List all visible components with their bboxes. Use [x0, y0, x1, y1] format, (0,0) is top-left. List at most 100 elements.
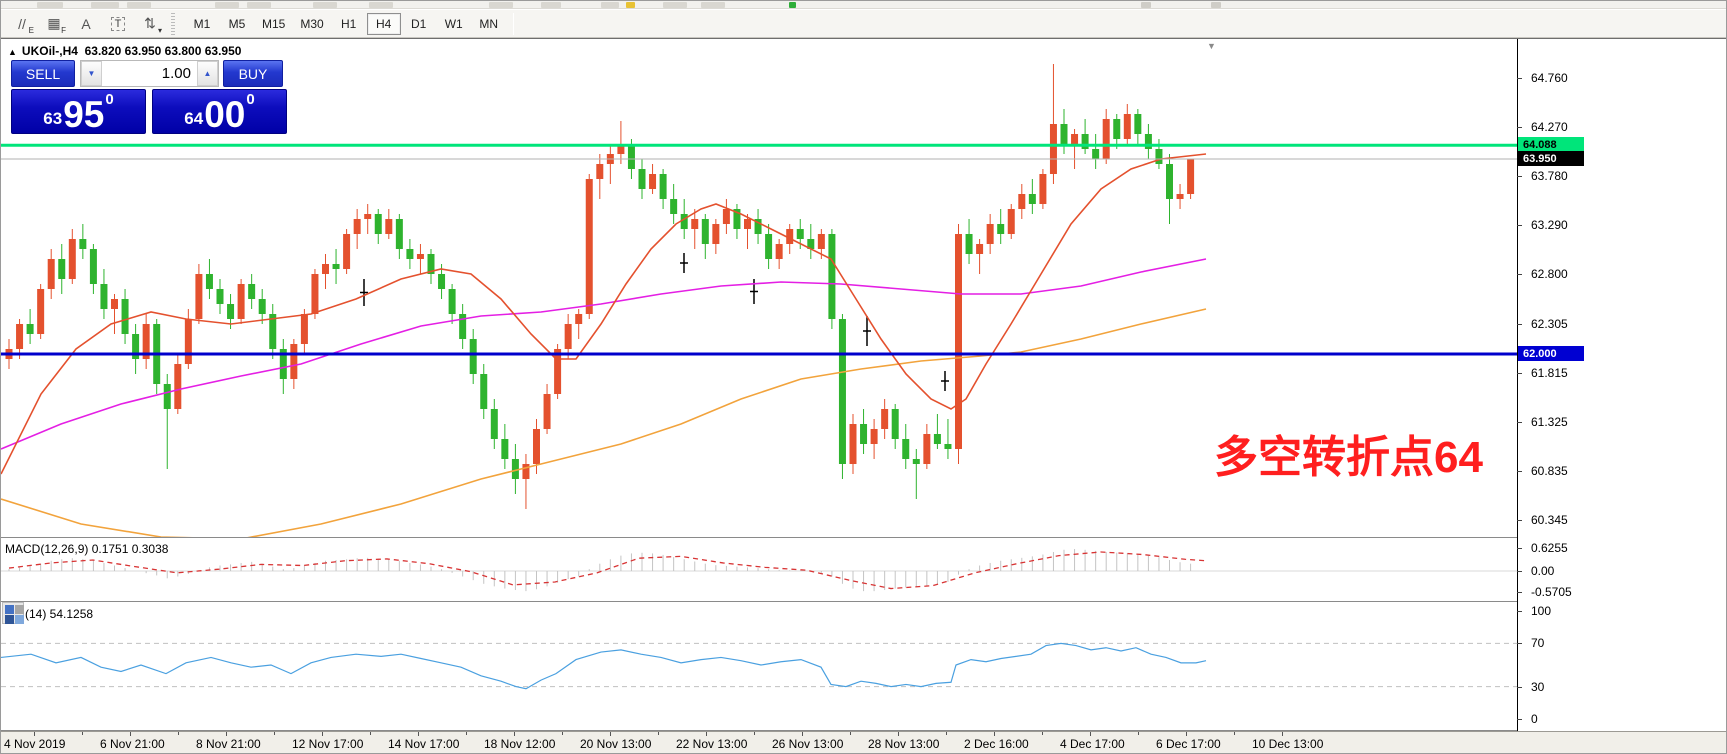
date-axis-label: 20 Nov 13:00 — [580, 737, 651, 751]
clipped-icon-fragment — [663, 2, 687, 8]
date-axis-label: 6 Dec 17:00 — [1156, 737, 1221, 751]
date-axis[interactable]: 4 Nov 20196 Nov 21:008 Nov 21:0012 Nov 1… — [1, 731, 1727, 754]
date-axis-tick — [994, 732, 995, 736]
grid-f-icon[interactable]: ▦F — [39, 12, 69, 36]
axis-tick — [1517, 78, 1522, 79]
date-axis-tick — [706, 732, 707, 736]
cycles-dropdown-icon[interactable]: ⇅▾ — [135, 12, 165, 36]
text-label-icon[interactable]: A — [71, 12, 101, 36]
date-axis-minor-tick — [274, 732, 275, 735]
date-axis-minor-tick — [1042, 732, 1043, 735]
clipped-icon-fragment — [91, 2, 119, 8]
timeframe-button-m5[interactable]: M5 — [220, 13, 254, 35]
text-box-icon[interactable]: T — [103, 12, 133, 36]
price-axis-label: 61.815 — [1531, 366, 1568, 380]
date-axis-minor-tick — [658, 732, 659, 735]
price-axis-label: 64.760 — [1531, 71, 1568, 85]
date-axis-label: 14 Nov 17:00 — [388, 737, 459, 751]
toolbar-separator — [513, 13, 514, 35]
pane-separator-highlight — [1, 538, 1517, 539]
timeframe-button-w1[interactable]: W1 — [437, 13, 471, 35]
price-axis-label: 61.325 — [1531, 415, 1568, 429]
axis-tick — [1517, 592, 1522, 593]
axis-tick — [1517, 127, 1522, 128]
timeframe-button-m1[interactable]: M1 — [185, 13, 219, 35]
price-tag-62.000: 62.000 — [1518, 346, 1584, 361]
icon-square — [5, 615, 14, 624]
price-axis-label: 60.345 — [1531, 513, 1568, 527]
timeframe-button-h4[interactable]: H4 — [367, 13, 401, 35]
axis-tick — [1517, 611, 1522, 612]
date-axis-label: 26 Nov 13:00 — [772, 737, 843, 751]
axis-tick — [1517, 422, 1522, 423]
clipped-icon-fragment — [37, 2, 63, 8]
axis-tick — [1517, 471, 1522, 472]
rsi-axis-label: 100 — [1531, 604, 1551, 618]
macd-indicator-label: MACD(12,26,9) 0.1751 0.3038 — [5, 542, 168, 556]
timeframe-button-mn[interactable]: MN — [472, 13, 506, 35]
date-axis-tick — [1186, 732, 1187, 736]
date-axis-label: 8 Nov 21:00 — [196, 737, 261, 751]
date-axis-tick — [898, 732, 899, 736]
date-axis-label: 22 Nov 13:00 — [676, 737, 747, 751]
rsi-axis-label: 0 — [1531, 712, 1538, 726]
clipped-icon-fragment — [701, 2, 725, 8]
window-restore-icon[interactable] — [2, 602, 24, 624]
date-axis-tick — [226, 732, 227, 736]
timeframe-button-m30[interactable]: M30 — [293, 13, 330, 35]
date-axis-label: 6 Nov 21:00 — [100, 737, 165, 751]
clipped-icon-fragment — [1211, 2, 1221, 8]
date-axis-label: 4 Nov 2019 — [4, 737, 65, 751]
timeframe-button-h1[interactable]: H1 — [332, 13, 366, 35]
timeframe-button-d1[interactable]: D1 — [402, 13, 436, 35]
date-axis-minor-tick — [946, 732, 947, 735]
price-axis-label: 62.305 — [1531, 317, 1568, 331]
date-axis-tick — [1090, 732, 1091, 736]
clipped-icon-fragment — [369, 2, 393, 8]
rsi-pane-canvas[interactable] — [1, 603, 1517, 730]
price-axis-label: 64.270 — [1531, 120, 1568, 134]
draw-lines-e-icon[interactable]: //E — [7, 12, 37, 36]
drawing-tools-group: //E▦FAT⇅▾ — [1, 10, 167, 37]
price-axis-label: 63.290 — [1531, 218, 1568, 232]
axis-tick — [1517, 373, 1522, 374]
pane-separator-highlight — [1, 602, 1517, 603]
date-axis-minor-tick — [850, 732, 851, 735]
macd-axis-label: 0.6255 — [1531, 541, 1568, 555]
date-axis-minor-tick — [754, 732, 755, 735]
macd-pane-canvas[interactable] — [1, 539, 1517, 601]
date-axis-minor-tick — [1234, 732, 1235, 735]
timeframe-button-m15[interactable]: M15 — [255, 13, 292, 35]
date-axis-label: 28 Nov 13:00 — [868, 737, 939, 751]
date-axis-minor-tick — [466, 732, 467, 735]
axis-tick — [1517, 324, 1522, 325]
price-axis-label: 63.780 — [1531, 169, 1568, 183]
axis-tick — [1517, 176, 1522, 177]
clipped-icon-fragment — [1141, 2, 1151, 8]
date-axis-tick — [34, 732, 35, 736]
axis-tick — [1517, 719, 1522, 720]
macd-axis-label: -0.5705 — [1531, 585, 1572, 599]
chart-text-annotation: 多空转折点64 — [1214, 421, 1483, 485]
icon-square — [15, 605, 24, 614]
date-axis-minor-tick — [1138, 732, 1139, 735]
mt4-chart-window: //E▦FAT⇅▾ M1M5M15M30H1H4D1W1MN ▲UKOil-,H… — [0, 0, 1727, 754]
axis-tick — [1517, 548, 1522, 549]
date-axis-minor-tick — [178, 732, 179, 735]
date-axis-label: 2 Dec 16:00 — [964, 737, 1029, 751]
date-axis-minor-tick — [82, 732, 83, 735]
date-axis-minor-tick — [562, 732, 563, 735]
date-axis-label: 18 Nov 12:00 — [484, 737, 555, 751]
date-axis-tick — [514, 732, 515, 736]
scroll-to-end-icon[interactable]: ▼ — [1207, 41, 1216, 51]
price-tag-64.088: 64.088 — [1518, 137, 1584, 152]
axis-tick — [1517, 225, 1522, 226]
macd-axis-label: 0.00 — [1531, 564, 1554, 578]
axis-tick — [1517, 274, 1522, 275]
clipped-icon-fragment — [601, 2, 619, 8]
date-axis-tick — [1282, 732, 1283, 736]
main-toolbar: //E▦FAT⇅▾ M1M5M15M30H1H4D1W1MN — [1, 10, 1727, 38]
axis-tick — [1517, 687, 1522, 688]
date-axis-label: 4 Dec 17:00 — [1060, 737, 1125, 751]
clipped-icon-fragment — [626, 2, 635, 8]
